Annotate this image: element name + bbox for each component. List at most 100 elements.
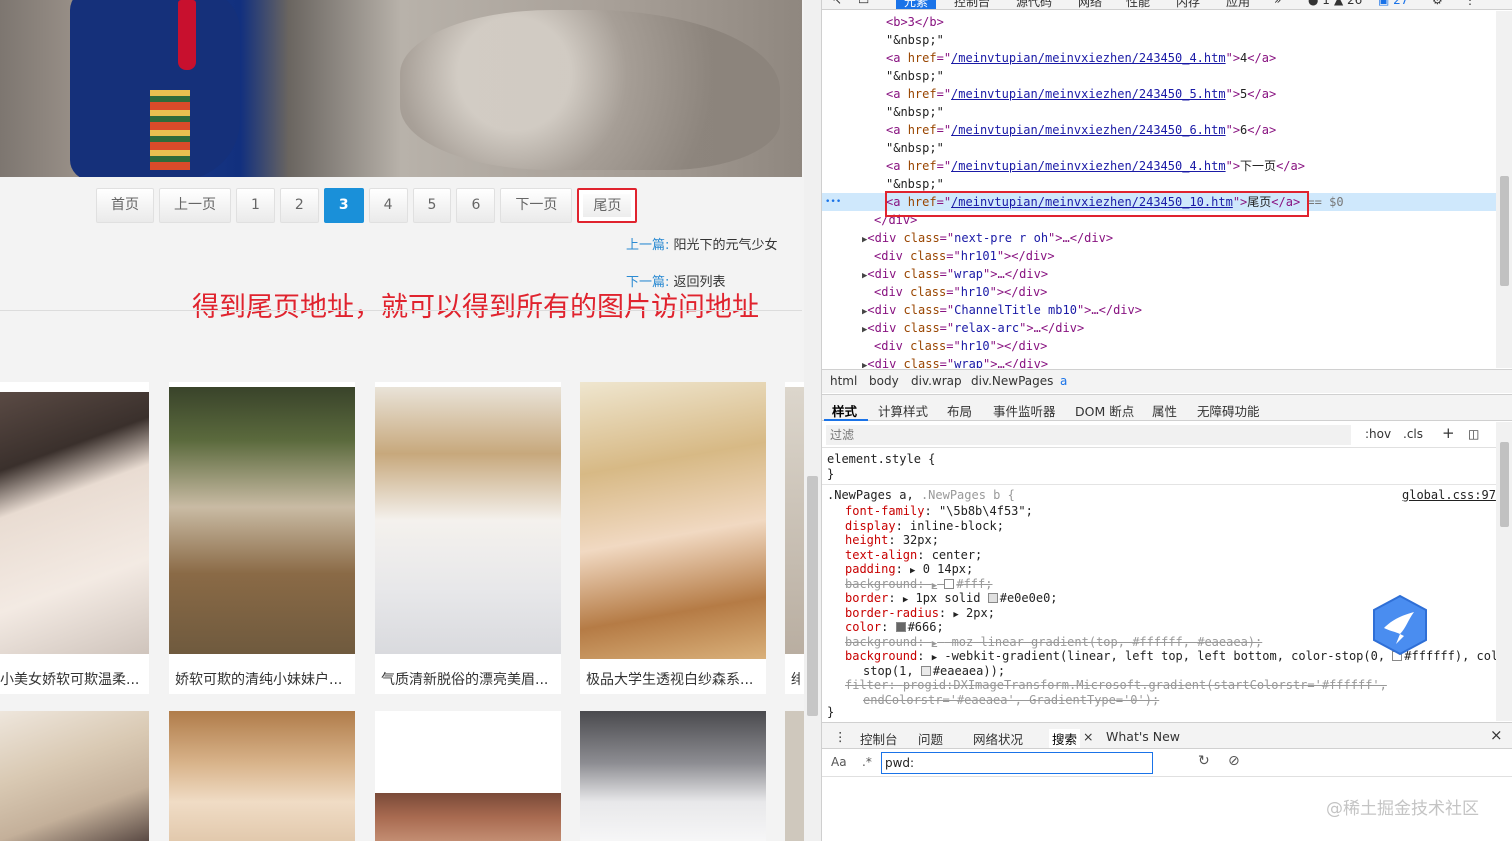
tab-performance[interactable]: 性能 <box>1126 0 1150 9</box>
message-badge[interactable]: ▣ 27 <box>1378 0 1408 7</box>
page-5[interactable]: 5 <box>412 188 452 223</box>
tab-accessibility[interactable]: 无障碍功能 <box>1197 401 1260 420</box>
color-swatch[interactable] <box>944 578 955 589</box>
dom-text-node[interactable]: "&nbsp;" <box>822 139 1496 157</box>
photo-card[interactable]: 绯 <box>785 382 804 694</box>
regex-toggle[interactable]: .* <box>862 755 872 769</box>
photo-thumbnail[interactable] <box>169 387 355 654</box>
crumb-div-wrap[interactable]: div.wrap <box>911 374 962 388</box>
bird-widget-icon[interactable] <box>1370 594 1430 656</box>
photo-card[interactable] <box>785 711 804 841</box>
more-tabs-icon[interactable]: » <box>1274 0 1281 7</box>
tab-elements[interactable]: 元素 <box>896 0 937 9</box>
error-badge[interactable]: ● 1 <box>1308 0 1330 7</box>
prev-post-title[interactable]: 阳光下的元气少女 <box>674 238 778 253</box>
stylesheet-source-link[interactable]: global.css:97 <box>1402 488 1496 502</box>
crumb-body[interactable]: body <box>869 374 899 388</box>
dom-node[interactable]: <a href="/meinvtupian/meinvxiezhen/24345… <box>822 121 1496 139</box>
dom-node[interactable]: <a href="/meinvtupian/meinvxiezhen/24345… <box>822 85 1496 103</box>
inspect-icon[interactable]: ↖ <box>832 0 842 7</box>
page-last[interactable]: 尾页 <box>577 188 638 223</box>
dom-node[interactable]: ▶<div class="wrap">…</div> <box>822 265 1496 283</box>
page-1[interactable]: 1 <box>236 188 275 223</box>
photo-thumbnail[interactable] <box>785 711 804 841</box>
toggle-sidebar-icon[interactable]: ◫ <box>1468 427 1479 441</box>
css-declaration[interactable]: text-align: center; <box>845 548 1496 563</box>
close-search-tab-icon[interactable]: × <box>1083 729 1093 744</box>
drawer-tab-network-conditions[interactable]: 网络状况 <box>973 729 1023 748</box>
photo-card[interactable]: 娇软可欺的清纯小妹妹户... <box>169 382 355 694</box>
dom-text-node[interactable]: "&nbsp;" <box>822 103 1496 121</box>
dom-node[interactable]: ▶<div class="relax-arc">…</div> <box>822 319 1496 337</box>
dom-node[interactable]: <div class="hr10"></div> <box>822 283 1496 301</box>
photo-thumbnail[interactable] <box>580 382 766 659</box>
photo-caption[interactable]: 极品大学生透视白纱森系... <box>586 669 762 689</box>
prev-post[interactable]: 上一篇: 阳光下的元气少女 <box>626 234 778 253</box>
crumb-html[interactable]: html <box>830 374 857 388</box>
dom-node[interactable]: ▶<div class="next-pre r oh">…</div> <box>822 229 1496 247</box>
hov-toggle[interactable]: :hov <box>1365 427 1391 441</box>
dom-node[interactable]: <a href="/meinvtupian/meinvxiezhen/24345… <box>822 157 1496 175</box>
page-next[interactable]: 下一页 <box>500 188 573 223</box>
tab-properties[interactable]: 属性 <box>1152 401 1177 420</box>
page-first[interactable]: 首页 <box>96 188 154 223</box>
dom-scrollbar[interactable] <box>1496 11 1512 368</box>
photo-caption[interactable]: 小美女娇软可欺温柔... <box>0 669 145 689</box>
photo-card[interactable] <box>375 711 561 841</box>
photo-caption[interactable]: 娇软可欺的清纯小妹妹户... <box>175 669 351 689</box>
tab-layout[interactable]: 布局 <box>947 401 972 420</box>
color-swatch[interactable] <box>895 622 906 632</box>
device-toggle-icon[interactable]: ▭ <box>858 0 869 7</box>
page-4[interactable]: 4 <box>368 188 408 223</box>
photo-thumbnail[interactable] <box>580 711 766 841</box>
photo-thumbnail[interactable] <box>0 392 149 654</box>
photo-card[interactable]: 小美女娇软可欺温柔... <box>0 382 149 694</box>
css-declaration-overridden[interactable]: filter: progid:DXImageTransform.Microsof… <box>845 678 1496 693</box>
cls-toggle[interactable]: .cls <box>1403 427 1423 441</box>
tab-dom-breakpoints[interactable]: DOM 断点 <box>1075 401 1134 420</box>
close-drawer-icon[interactable]: × <box>1490 726 1503 744</box>
css-declaration[interactable]: display: inline-block; <box>845 519 1496 534</box>
href-link[interactable]: /meinvtupian/meinvxiezhen/243450_5.htm <box>951 87 1226 101</box>
crumb-a[interactable]: a <box>1060 374 1067 388</box>
color-swatch[interactable] <box>987 593 998 603</box>
photo-card[interactable]: 极品大学生透视白纱森系... <box>580 382 766 694</box>
color-swatch[interactable] <box>920 665 931 676</box>
photo-caption[interactable]: 绯 <box>791 669 800 689</box>
drawer-tab-search[interactable]: 搜索 <box>1049 729 1081 748</box>
tab-memory[interactable]: 内存 <box>1176 0 1200 9</box>
css-declaration[interactable]: font-family: "\5b8b\4f53"; <box>845 504 1496 519</box>
styles-scrollbar-thumb[interactable] <box>1500 442 1509 527</box>
photo-caption[interactable]: 气质清新脱俗的漂亮美眉... <box>381 669 557 689</box>
search-input[interactable] <box>881 752 1153 774</box>
tab-styles[interactable]: 样式 <box>832 401 857 420</box>
page-2[interactable]: 2 <box>279 188 319 223</box>
dom-text-node[interactable]: "&nbsp;" <box>822 31 1496 49</box>
href-link[interactable]: /meinvtupian/meinvxiezhen/243450_4.htm <box>951 159 1226 173</box>
refresh-icon[interactable]: ↻ <box>1198 753 1210 769</box>
dom-node[interactable]: <div class="hr10"></div> <box>822 337 1496 355</box>
dom-scrollbar-thumb[interactable] <box>1500 176 1509 286</box>
photo-card[interactable] <box>580 711 766 841</box>
dom-node[interactable]: <div class="hr101"></div> <box>822 247 1496 265</box>
dom-node[interactable]: ▶<div class="ChannelTitle mb10">…</div> <box>822 301 1496 319</box>
rule-selector[interactable]: .NewPages a, .NewPages b { <box>827 488 1496 503</box>
photo-thumbnail[interactable] <box>375 793 561 841</box>
more-options-icon[interactable]: ⋮ <box>1464 0 1476 7</box>
match-case-toggle[interactable]: Aa <box>831 755 847 769</box>
drawer-tab-whats-new[interactable]: What's New <box>1106 729 1180 744</box>
tab-sources[interactable]: 源代码 <box>1016 0 1052 9</box>
photo-card[interactable] <box>169 711 355 841</box>
styles-scrollbar[interactable] <box>1496 422 1512 721</box>
drawer-tab-issues[interactable]: 问题 <box>918 729 943 748</box>
dom-node[interactable]: <a href="/meinvtupian/meinvxiezhen/24345… <box>822 49 1496 67</box>
crumb-div-newpages[interactable]: div.NewPages <box>971 374 1053 388</box>
drawer-tab-console[interactable]: 控制台 <box>860 729 898 748</box>
clear-icon[interactable]: ⊘ <box>1228 753 1240 769</box>
tab-console[interactable]: 控制台 <box>954 0 990 9</box>
href-link[interactable]: /meinvtupian/meinvxiezhen/243450_4.htm <box>951 51 1226 65</box>
photo-thumbnail[interactable] <box>169 711 355 841</box>
css-declaration[interactable]: height: 32px; <box>845 533 1496 548</box>
dom-node[interactable]: ▶<div class="wrap">…</div> <box>822 355 1496 368</box>
page-prev[interactable]: 上一页 <box>159 188 231 223</box>
